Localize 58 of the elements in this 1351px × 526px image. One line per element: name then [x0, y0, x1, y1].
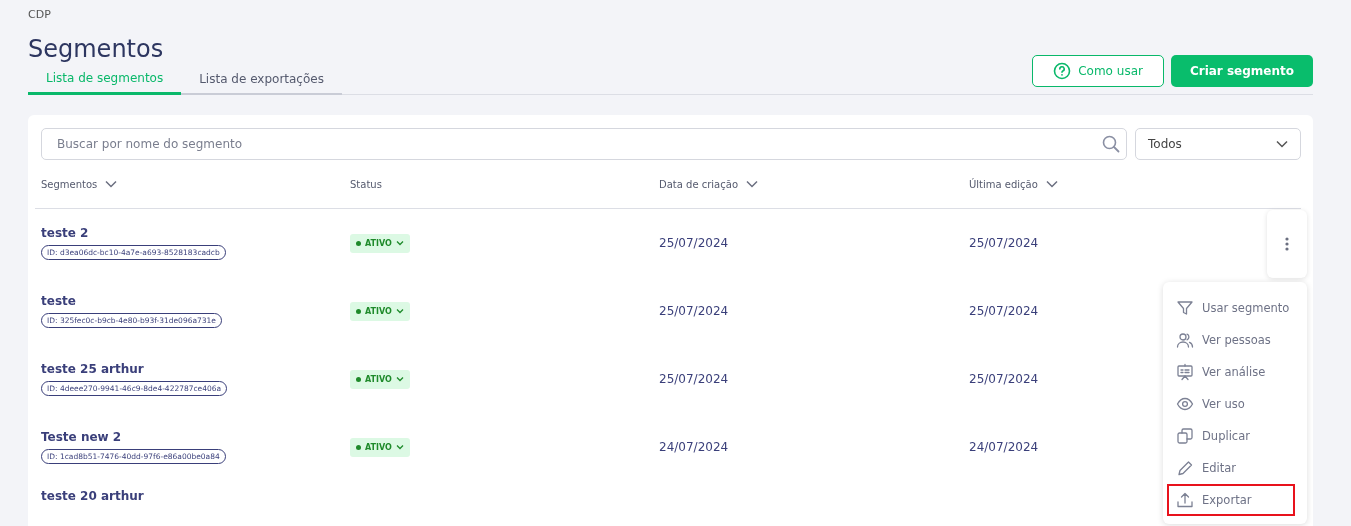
last-edit-date: 25/07/2024	[969, 372, 1039, 386]
chevron-down-icon	[395, 444, 404, 450]
menu-item[interactable]: Editar	[1167, 452, 1295, 484]
upload-icon	[1176, 491, 1194, 509]
column-header: Data de criação	[659, 178, 738, 190]
creation-date: 25/07/2024	[659, 304, 729, 318]
search-field[interactable]: Buscar por nome do segmento	[41, 128, 1127, 160]
status-dropdown[interactable]: ATIVO	[350, 369, 410, 389]
sort-chevron-icon[interactable]	[105, 180, 118, 188]
filter-icon	[1176, 299, 1194, 317]
chevron-down-icon	[395, 376, 404, 382]
menu-item[interactable]: Ver pessoas	[1167, 324, 1295, 356]
people-icon	[1176, 331, 1194, 349]
column-header: Última edição	[969, 178, 1038, 190]
chevron-down-icon	[1276, 140, 1288, 148]
segment-name[interactable]: teste 20 arthur	[41, 489, 144, 503]
creation-date: 24/07/2024	[659, 440, 729, 454]
status-dot-icon	[356, 444, 361, 450]
eye-icon	[1176, 395, 1194, 413]
last-edit-date: 24/07/2024	[969, 440, 1039, 454]
breadcrumb: CDP	[28, 7, 52, 22]
help-button[interactable]: Como usar	[1032, 55, 1164, 87]
sort-chevron-icon[interactable]	[1045, 180, 1058, 188]
pencil-icon	[1176, 459, 1194, 477]
status-dropdown[interactable]: ATIVO	[350, 233, 410, 253]
status-dot-icon	[356, 240, 361, 246]
menu-item[interactable]: Ver análise	[1167, 356, 1295, 388]
segment-name[interactable]: teste 25 arthur	[41, 362, 144, 376]
last-edit-date: 25/07/2024	[969, 304, 1039, 318]
menu-item[interactable]: Duplicar	[1167, 420, 1295, 452]
menu-item[interactable]: Usar segmento	[1167, 292, 1295, 324]
status-dropdown[interactable]: ATIVO	[350, 301, 410, 321]
search-icon	[1102, 135, 1120, 153]
column-header: Status	[350, 178, 382, 190]
sort-chevron-icon[interactable]	[746, 180, 758, 188]
chevron-down-icon	[395, 308, 404, 314]
menu-item[interactable]: Exportar	[1167, 484, 1295, 516]
column-header: Segmentos	[41, 178, 98, 190]
status-dropdown[interactable]: ATIVO	[350, 437, 410, 457]
status-dot-icon	[356, 376, 361, 382]
filter-dropdown[interactable]: Todos	[1135, 128, 1301, 160]
filter-value: Todos	[1148, 137, 1182, 151]
chevron-down-icon	[395, 240, 404, 246]
page-title: Segmentos	[28, 35, 165, 63]
menu-item[interactable]: Ver uso	[1167, 388, 1295, 420]
copy-icon	[1176, 427, 1194, 445]
creation-date: 25/07/2024	[659, 372, 729, 386]
presentation-icon	[1176, 363, 1194, 381]
status-dot-icon	[356, 308, 361, 314]
segment-name[interactable]: teste 2	[41, 226, 89, 240]
tab[interactable]: Lista de exportações	[181, 71, 342, 95]
help-icon	[1053, 62, 1072, 80]
segment-name[interactable]: teste	[41, 294, 76, 308]
last-edit-date: 25/07/2024	[969, 236, 1039, 250]
more-icon	[1285, 237, 1289, 251]
segment-name[interactable]: Teste new 2	[41, 430, 122, 444]
search-input[interactable]: Buscar por nome do segmento	[55, 136, 1102, 152]
creation-date: 25/07/2024	[659, 236, 729, 250]
